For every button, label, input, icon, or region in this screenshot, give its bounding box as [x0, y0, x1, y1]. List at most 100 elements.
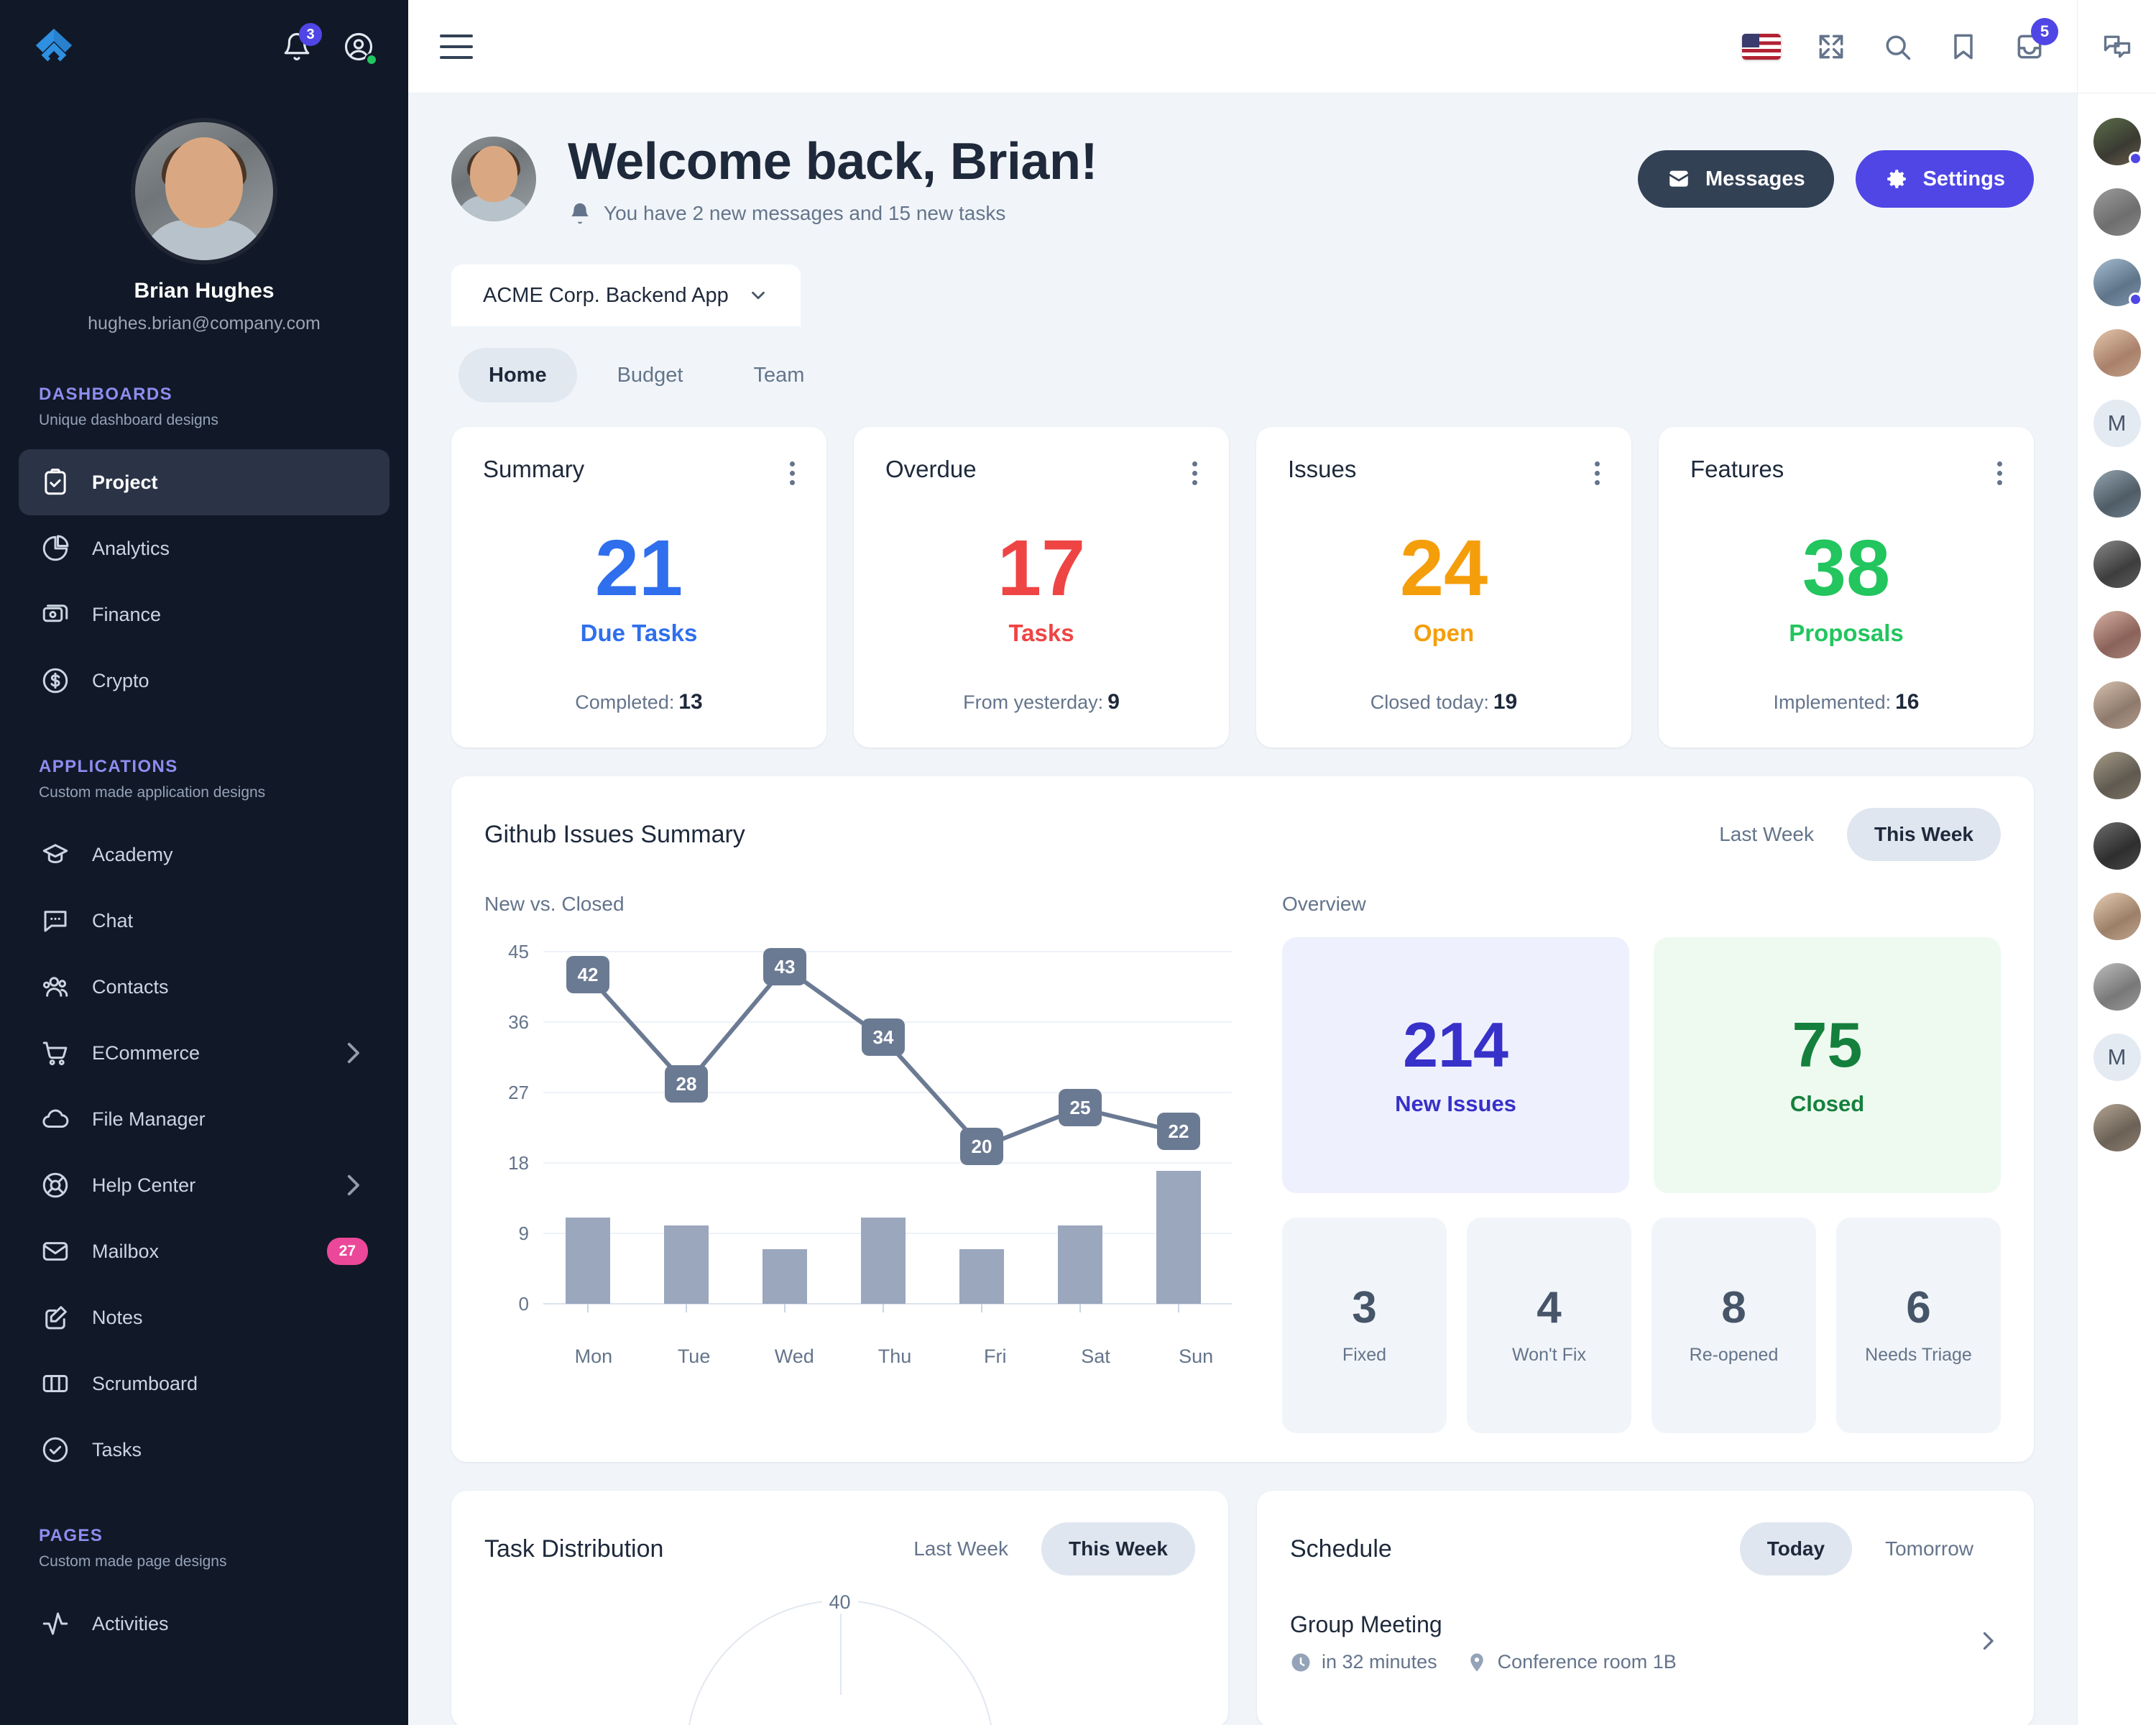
shopping-cart-icon: [42, 1041, 68, 1066]
contact-avatar-initial[interactable]: M: [2093, 400, 2141, 447]
contact-avatar[interactable]: [2093, 963, 2141, 1011]
lifebuoy-icon: [42, 1172, 68, 1198]
fullscreen-icon[interactable]: [1815, 31, 1847, 63]
chat-panel-toggle[interactable]: [2078, 0, 2156, 93]
sidebar-header: 3: [0, 0, 408, 93]
messages-button[interactable]: Messages: [1637, 150, 1834, 208]
sidebar-item-academy[interactable]: Academy: [19, 822, 390, 888]
language-flag-us-icon[interactable]: [1742, 33, 1781, 60]
stat-card-value: 24: [1399, 523, 1488, 612]
section-title: APPLICATIONS: [39, 757, 178, 776]
stat-card-footer-label: From yesterday:: [963, 691, 1104, 713]
new-vs-closed-chart: 45 36 27 18 9 0 42 28 43 34 20 25 22 Mon…: [484, 937, 1246, 1376]
project-selector-label: ACME Corp. Backend App: [483, 283, 729, 307]
overview-value: 6: [1906, 1282, 1931, 1333]
sidebar-profile[interactable]: Brian Hughes hughes.brian@company.com: [0, 93, 408, 341]
sidebar-item-activities[interactable]: Activities: [19, 1591, 390, 1657]
more-options-icon[interactable]: [1192, 456, 1197, 485]
sidebar-item-help-center[interactable]: Help Center: [19, 1152, 390, 1218]
stat-card-footer: Completed: 13: [483, 690, 795, 714]
sidebar-item-tasks[interactable]: Tasks: [19, 1417, 390, 1483]
sidebar-item-contacts[interactable]: Contacts: [19, 954, 390, 1020]
sidebar-item-label: Contacts: [92, 975, 169, 998]
sidebar-nav-dashboards: Project Analytics Finance Crypto: [0, 449, 408, 714]
schedule-item[interactable]: Group Meeting in 32 minutes Conference r…: [1290, 1611, 2001, 1673]
search-icon[interactable]: [1881, 31, 1913, 63]
contact-avatar[interactable]: [2093, 470, 2141, 518]
tab-budget[interactable]: Budget: [587, 348, 714, 402]
range-this-week[interactable]: This Week: [1041, 1522, 1195, 1576]
overview-label: Closed: [1789, 1091, 1865, 1116]
sidebar-item-project[interactable]: Project: [19, 449, 390, 515]
messages-button-label: Messages: [1705, 167, 1805, 190]
range-last-week[interactable]: Last Week: [886, 1522, 1036, 1576]
contact-avatar[interactable]: [2093, 1104, 2141, 1151]
more-options-icon[interactable]: [1997, 456, 2002, 485]
sidebar-item-crypto[interactable]: Crypto: [19, 648, 390, 714]
range-today[interactable]: Today: [1739, 1522, 1853, 1576]
stat-card-footer-label: Closed today:: [1370, 691, 1489, 713]
svg-text:22: 22: [1169, 1121, 1189, 1142]
user-circle-icon[interactable]: [341, 29, 378, 66]
notifications-button[interactable]: 3: [279, 23, 322, 65]
sidebar-item-label: Chat: [92, 909, 134, 932]
stat-card-footer: Closed today: 19: [1288, 690, 1600, 714]
contact-avatar[interactable]: [2093, 893, 2141, 940]
sidebar-item-notes[interactable]: Notes: [19, 1284, 390, 1351]
welcome-subtitle: You have 2 new messages and 15 new tasks: [568, 201, 1097, 226]
clipboard-check-icon: [45, 469, 66, 495]
hamburger-icon[interactable]: [440, 34, 473, 59]
sidebar-item-scrumboard[interactable]: Scrumboard: [19, 1351, 390, 1417]
sidebar-item-file-manager[interactable]: File Manager: [19, 1086, 390, 1152]
contacts-rail: M M: [2077, 0, 2156, 1725]
check-circle-icon: [42, 1437, 68, 1463]
project-selector[interactable]: ACME Corp. Backend App: [451, 264, 801, 326]
contact-avatar[interactable]: [2093, 118, 2142, 165]
contact-avatar[interactable]: [2093, 188, 2141, 236]
contact-avatar[interactable]: [2093, 822, 2141, 870]
sidebar-item-analytics[interactable]: Analytics: [19, 515, 390, 581]
more-options-icon[interactable]: [790, 456, 795, 485]
sidebar-item-finance[interactable]: Finance: [19, 581, 390, 648]
tab-label: Home: [489, 363, 547, 387]
contact-avatar[interactable]: [2093, 329, 2141, 377]
overview-value: 214: [1403, 1009, 1508, 1080]
welcome-header: Welcome back, Brian! You have 2 new mess…: [451, 132, 2034, 226]
stat-card-footer-value: 9: [1107, 690, 1120, 714]
stat-card-footer: Implemented: 16: [1690, 690, 2002, 714]
sidebar-item-mailbox[interactable]: Mailbox 27: [19, 1218, 390, 1284]
sidebar-item-label: Analytics: [92, 537, 170, 559]
contact-avatar[interactable]: [2093, 259, 2142, 306]
sidebar-item-ecommerce[interactable]: ECommerce: [19, 1020, 390, 1086]
bookmark-icon[interactable]: [1948, 31, 1979, 63]
stat-card-title: Issues: [1288, 456, 1357, 482]
inbox-icon[interactable]: 5: [2014, 17, 2058, 63]
project-tabstrip: ACME Corp. Backend App: [451, 264, 2034, 326]
settings-button[interactable]: Settings: [1855, 150, 2034, 208]
github-range-toggle: Last Week This Week: [1692, 808, 2001, 861]
stat-card-title: Features: [1690, 456, 1784, 482]
github-issues-summary-card: Github Issues Summary Last Week This Wee…: [451, 776, 2034, 1462]
range-last-week[interactable]: Last Week: [1692, 808, 1841, 861]
contact-avatar[interactable]: [2093, 752, 2141, 799]
chevron-down-icon: [751, 291, 765, 300]
chevron-right-icon[interactable]: [1975, 1628, 2001, 1657]
range-this-week[interactable]: This Week: [1847, 808, 2001, 861]
tab-team[interactable]: Team: [724, 348, 835, 402]
svg-text:42: 42: [578, 964, 599, 985]
fuse-logo-icon[interactable]: [32, 24, 76, 69]
contact-avatar[interactable]: [2093, 540, 2141, 588]
stat-card-value: 17: [997, 523, 1086, 612]
tab-home[interactable]: Home: [459, 348, 577, 402]
contact-avatar[interactable]: [2093, 611, 2141, 658]
x-tick-label: Sat: [1081, 1346, 1110, 1367]
x-tick-label: Mon: [574, 1346, 613, 1367]
more-options-icon[interactable]: [1595, 456, 1600, 485]
sidebar-item-chat[interactable]: Chat: [19, 888, 390, 954]
welcome-text: Welcome back, Brian! You have 2 new mess…: [568, 132, 1097, 226]
chat-bubbles-icon: [2104, 35, 2130, 58]
range-tomorrow[interactable]: Tomorrow: [1858, 1522, 2001, 1576]
contact-avatar[interactable]: [2093, 681, 2141, 729]
page-title: Welcome back, Brian!: [568, 133, 1097, 190]
contact-avatar-initial[interactable]: M: [2093, 1034, 2141, 1081]
